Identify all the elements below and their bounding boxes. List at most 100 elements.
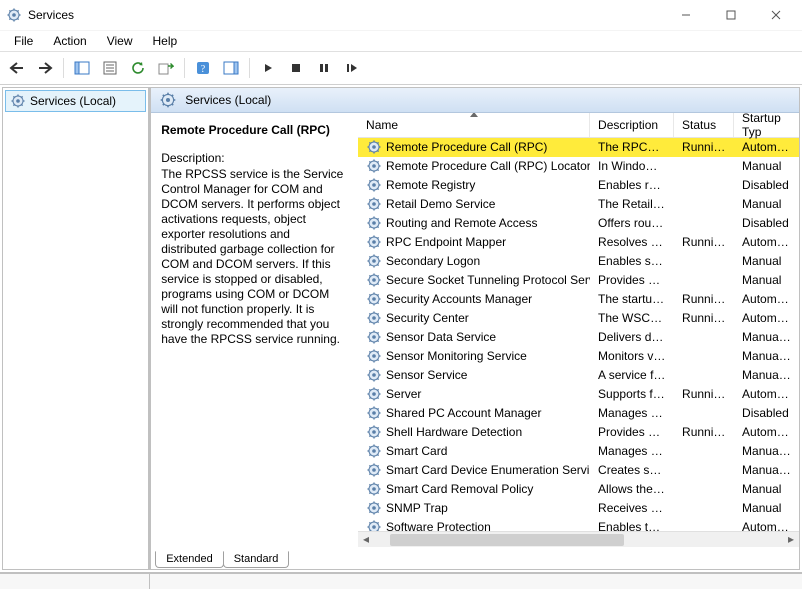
gear-icon <box>366 234 382 250</box>
restart-service-button[interactable] <box>339 55 365 81</box>
table-row[interactable]: Smart Card Device Enumeration ServiceCre… <box>358 461 799 480</box>
service-name: Smart Card Device Enumeration Service <box>386 463 590 477</box>
table-row[interactable]: Security CenterThe WSCSV...RunningAutoma… <box>358 309 799 328</box>
cell-name: Server <box>358 386 590 402</box>
table-row[interactable]: Remote Procedure Call (RPC) LocatorIn Wi… <box>358 157 799 176</box>
stop-service-button[interactable] <box>283 55 309 81</box>
gear-icon <box>366 424 382 440</box>
column-name-label: Name <box>366 118 398 132</box>
table-row[interactable]: Software ProtectionEnables the ...Automa… <box>358 518 799 531</box>
cell-description: Supports fil... <box>590 387 674 401</box>
table-row[interactable]: Secure Socket Tunneling Protocol Serv...… <box>358 271 799 290</box>
cell-description: Creates soft... <box>590 463 674 477</box>
service-name: Secondary Logon <box>386 254 480 268</box>
scroll-thumb[interactable] <box>390 534 624 546</box>
refresh-button[interactable] <box>125 55 151 81</box>
cell-name: Shared PC Account Manager <box>358 405 590 421</box>
cell-description: Enables star... <box>590 254 674 268</box>
cell-startup: Manual <box>734 197 799 211</box>
table-row[interactable]: Smart CardManages ac...Manual (Tr <box>358 442 799 461</box>
table-row[interactable]: Remote Procedure Call (RPC) The RPCSS s..… <box>358 138 799 157</box>
service-name: Remote Procedure Call (RPC) <box>386 140 547 154</box>
table-row[interactable]: Retail Demo Service The Retail D... Manual <box>358 195 799 214</box>
cell-status: Running <box>674 140 734 154</box>
cell-name: Smart Card Removal Policy <box>358 481 590 497</box>
cell-name: Sensor Service <box>358 367 590 383</box>
cell-name: Software Protection <box>358 519 590 530</box>
service-name: Smart Card Removal Policy <box>386 482 533 496</box>
horizontal-scrollbar[interactable]: ◂ ▸ <box>358 531 799 548</box>
column-status-label: Status <box>682 118 716 132</box>
cell-name: Remote Procedure Call (RPC) Locator <box>358 158 590 174</box>
column-startup[interactable]: Startup Typ <box>734 113 799 137</box>
cell-startup: Manual <box>734 159 799 173</box>
gear-icon <box>366 177 382 193</box>
table-row[interactable]: Routing and Remote AccessOffers routi...… <box>358 214 799 233</box>
table-row[interactable]: Security Accounts ManagerThe startup ...… <box>358 290 799 309</box>
cell-description: The Retail D... <box>590 197 674 211</box>
cell-description: Enables the ... <box>590 520 674 530</box>
cell-description: Monitors va... <box>590 349 674 363</box>
service-name: Remote Registry <box>386 178 475 192</box>
cell-name: RPC Endpoint Mapper <box>358 234 590 250</box>
cell-description: Provides no... <box>590 425 674 439</box>
service-name: Smart Card <box>386 444 447 458</box>
table-row[interactable]: Shared PC Account ManagerManages pr...Di… <box>358 404 799 423</box>
cell-description: Allows the s... <box>590 482 674 496</box>
cell-name: Remote Procedure Call (RPC) <box>358 139 590 155</box>
service-name: Retail Demo Service <box>386 197 495 211</box>
minimize-button[interactable] <box>663 0 708 30</box>
tab-standard[interactable]: Standard <box>223 551 290 568</box>
cell-name: Smart Card <box>358 443 590 459</box>
cell-status: Running <box>674 311 734 325</box>
table-row[interactable]: Sensor Data ServiceDelivers dat...Manual… <box>358 328 799 347</box>
column-description[interactable]: Description <box>590 113 674 137</box>
cell-status: Running <box>674 387 734 401</box>
properties-button[interactable] <box>97 55 123 81</box>
table-row[interactable]: Sensor Monitoring ServiceMonitors va...M… <box>358 347 799 366</box>
column-status[interactable]: Status <box>674 113 734 137</box>
column-description-label: Description <box>598 118 658 132</box>
app-gear-icon <box>6 7 22 23</box>
detail-pane: Services (Local) Remote Procedure Call (… <box>150 87 800 570</box>
table-row[interactable]: SNMP TrapReceives tra...Manual <box>358 499 799 518</box>
menu-help[interactable]: Help <box>145 32 186 50</box>
start-service-button[interactable] <box>255 55 281 81</box>
scroll-right-icon[interactable]: ▸ <box>783 532 799 548</box>
service-name: Shell Hardware Detection <box>386 425 522 439</box>
menu-file[interactable]: File <box>6 32 41 50</box>
menu-view[interactable]: View <box>99 32 141 50</box>
table-row[interactable]: Shell Hardware DetectionProvides no...Ru… <box>358 423 799 442</box>
back-button[interactable] <box>4 55 30 81</box>
tab-extended-label: Extended <box>166 553 212 565</box>
pause-service-button[interactable] <box>311 55 337 81</box>
cell-description: The RPCSS s... <box>590 140 674 154</box>
table-row[interactable]: Secondary LogonEnables star...Manual <box>358 252 799 271</box>
table-row[interactable]: ServerSupports fil...RunningAutomatic <box>358 385 799 404</box>
table-row[interactable]: Sensor ServiceA service fo...Manual (Tr <box>358 366 799 385</box>
forward-button[interactable] <box>32 55 58 81</box>
export-list-button[interactable] <box>153 55 179 81</box>
help-button[interactable]: ? <box>190 55 216 81</box>
table-row[interactable]: RPC Endpoint MapperResolves RP...Running… <box>358 233 799 252</box>
maximize-button[interactable] <box>708 0 753 30</box>
column-name[interactable]: Name <box>358 113 590 137</box>
scroll-left-icon[interactable]: ◂ <box>358 532 374 548</box>
action-pane-button[interactable] <box>218 55 244 81</box>
tab-extended[interactable]: Extended <box>155 551 223 568</box>
table-row[interactable]: Remote RegistryEnables rem...Disabled <box>358 176 799 195</box>
service-name: Secure Socket Tunneling Protocol Serv... <box>386 273 590 287</box>
show-hide-tree-button[interactable] <box>69 55 95 81</box>
close-button[interactable] <box>753 0 798 30</box>
tree-root-label: Services (Local) <box>30 94 116 108</box>
gear-icon <box>366 500 382 516</box>
tree-root-item[interactable]: Services (Local) <box>5 90 146 112</box>
gear-icon <box>366 443 382 459</box>
menu-action[interactable]: Action <box>45 32 94 50</box>
service-name: Sensor Monitoring Service <box>386 349 527 363</box>
description-label: Description: <box>161 151 348 165</box>
table-body[interactable]: Remote Procedure Call (RPC) The RPCSS s..… <box>358 138 799 531</box>
service-name: SNMP Trap <box>386 501 448 515</box>
table-row[interactable]: Smart Card Removal Policy Allows the s...… <box>358 480 799 499</box>
gear-icon <box>366 367 382 383</box>
